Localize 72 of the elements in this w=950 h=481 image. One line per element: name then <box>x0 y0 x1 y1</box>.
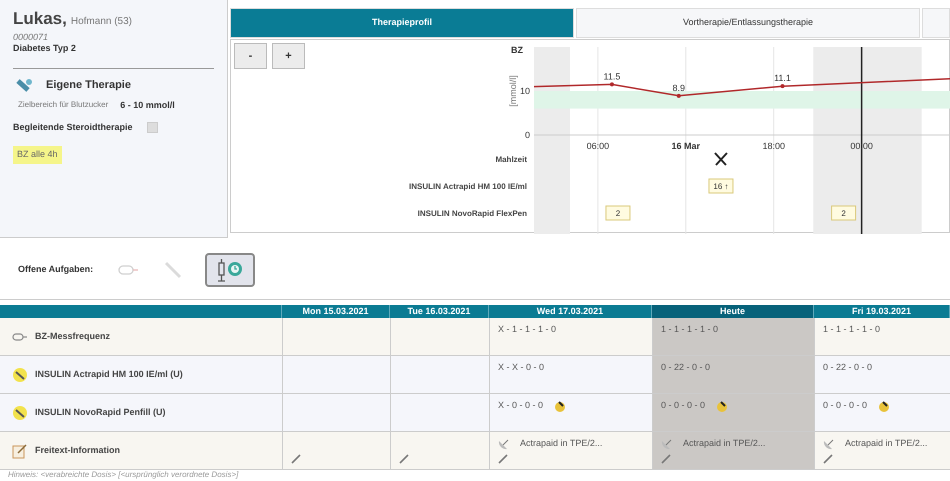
glucometer-icon <box>118 264 140 276</box>
cell-text: Actrapaid in TPE/2... <box>520 437 602 450</box>
cell-text: 1 - 1 - 1 - 1 - 0 <box>661 323 718 336</box>
row-label: BZ-Messfrequenz <box>35 330 110 343</box>
column-header: Mon 15.03.2021 <box>282 305 390 318</box>
column-header: Fri 19.03.2021 <box>814 305 950 318</box>
footnote: Hinweis: <verabreichte Dosis> [<ursprünglich verordnete Dosis>] <box>7 470 240 480</box>
row-label: INSULIN Actrapid HM 100 IE/ml (U) <box>35 368 183 381</box>
row-label: INSULIN NovoRapid FlexPen <box>418 209 527 218</box>
row-label: INSULIN NovoRapid Penfill (U) <box>35 406 166 419</box>
cell-text: 0 - 0 - 0 - 0 <box>661 399 706 412</box>
cell-text: 0 - 22 - 0 - 0 <box>661 361 710 374</box>
y-tick-label: 10 <box>520 86 530 96</box>
dose-badge[interactable]: 16 ↑ <box>708 178 734 194</box>
pencil-icon[interactable] <box>291 454 301 464</box>
column-header: Wed 17.03.2021 <box>489 305 652 318</box>
glucometer-icon <box>12 332 28 342</box>
patient-last-name: Lukas, <box>13 8 67 30</box>
cell-text: 1 - 1 - 1 - 1 - 0 <box>823 323 880 336</box>
tasks-label: Offene Aufgaben: <box>18 262 94 276</box>
pencil-icon[interactable] <box>823 454 833 464</box>
data-label: 11.5 <box>604 71 620 82</box>
pencil-icon[interactable] <box>399 454 409 464</box>
diagnosis: Diabetes Typ 2 <box>13 42 77 54</box>
cell-text: 0 - 22 - 0 - 0 <box>823 361 872 374</box>
insulin-pen-icon <box>16 76 34 93</box>
note-icon <box>12 442 28 458</box>
row-label: Freitext-Information <box>35 444 120 457</box>
syringe-icon <box>12 366 28 382</box>
cell-text: X - 1 - 1 - 1 - 0 <box>498 323 556 336</box>
column-header: Tue 16.03.2021 <box>390 305 489 318</box>
satellite-dish-icon <box>823 438 835 450</box>
target-label: Zielbereich für Blutzucker <box>18 99 108 111</box>
dose-badge[interactable]: 2 <box>831 206 856 220</box>
syringe-icon <box>163 260 184 280</box>
row-label: Mahlzeit <box>495 155 527 164</box>
row-label: INSULIN Actrapid HM 100 IE/ml <box>409 182 527 191</box>
cell-text: X - 0 - 0 - 0 <box>498 399 544 412</box>
tab[interactable]: Therapieprofil <box>230 8 574 38</box>
satellite-dish-icon <box>661 438 673 450</box>
zoom-button[interactable]: + <box>272 43 305 69</box>
cell-text: Actrapaid in TPE/2... <box>683 437 766 450</box>
cell-text: Actrapaid in TPE/2... <box>845 437 928 450</box>
target-value: 6 - 10 mmol/l <box>120 99 175 112</box>
column-header: Heute <box>652 305 814 318</box>
dose-badge[interactable]: 2 <box>605 206 630 220</box>
data-point <box>610 82 614 86</box>
zoom-button[interactable]: - <box>234 43 267 69</box>
data-label: 8.9 <box>672 82 686 93</box>
pencil-icon[interactable] <box>498 454 508 464</box>
steroid-label: Begleitende Steroidtherapie <box>13 120 133 134</box>
frequency-tag: BZ alle 4h <box>13 146 62 164</box>
x-tick-label: 18:00 <box>762 141 785 151</box>
axis-title: BZ <box>511 45 523 55</box>
patient-first-name: Hofmann (53) <box>70 15 132 29</box>
patient-id: 0000071 <box>13 32 50 42</box>
data-point <box>676 94 681 98</box>
y-tick-label: 0 <box>524 130 530 140</box>
x-tick-label: 16 Mar <box>672 141 700 151</box>
data-point <box>780 84 784 88</box>
task-button[interactable] <box>205 252 256 286</box>
cell-text: 0 - 0 - 0 - 0 <box>823 399 868 412</box>
steroid-checkbox[interactable] <box>146 122 158 133</box>
satellite-dish-icon <box>498 438 510 450</box>
cell-text: X - X - 0 - 0 <box>498 361 544 374</box>
x-tick-label: 06:00 <box>586 141 610 151</box>
pencil-icon[interactable] <box>661 454 671 464</box>
axis-unit: [mmol/l] <box>508 75 518 107</box>
tab[interactable]: Vortherapie/Entlassungstherapie <box>576 8 920 38</box>
data-label: 11.1 <box>774 73 791 84</box>
therapy-title: Eigene Therapie <box>46 78 131 92</box>
syringe-icon <box>12 404 28 420</box>
